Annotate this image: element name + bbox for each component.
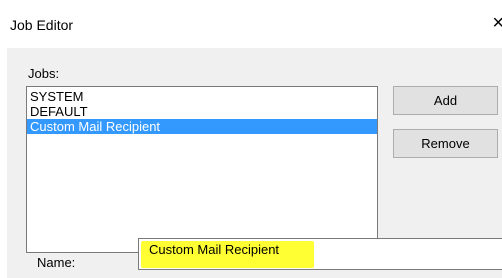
add-button[interactable]: Add bbox=[393, 86, 498, 115]
remove-button[interactable]: Remove bbox=[393, 129, 498, 158]
title-bar[interactable]: Job Editor × bbox=[0, 0, 502, 48]
job-list-item[interactable]: DEFAULT bbox=[27, 104, 377, 119]
window-title: Job Editor bbox=[10, 17, 74, 33]
job-list-item[interactable]: SYSTEM bbox=[27, 89, 377, 104]
name-label: Name: bbox=[37, 255, 76, 270]
job-list-item-selected[interactable]: Custom Mail Recipient bbox=[27, 119, 377, 134]
jobs-listbox[interactable]: SYSTEM DEFAULT Custom Mail Recipient bbox=[26, 86, 378, 253]
window-edge bbox=[0, 0, 7, 278]
job-editor-dialog: Job Editor × Jobs: SYSTEM DEFAULT Custom… bbox=[0, 0, 502, 278]
name-value: Custom Mail Recipient bbox=[149, 242, 280, 257]
close-icon[interactable]: × bbox=[492, 13, 502, 33]
name-input[interactable]: Custom Mail Recipient bbox=[138, 238, 502, 270]
jobs-label: Jobs: bbox=[28, 66, 60, 81]
